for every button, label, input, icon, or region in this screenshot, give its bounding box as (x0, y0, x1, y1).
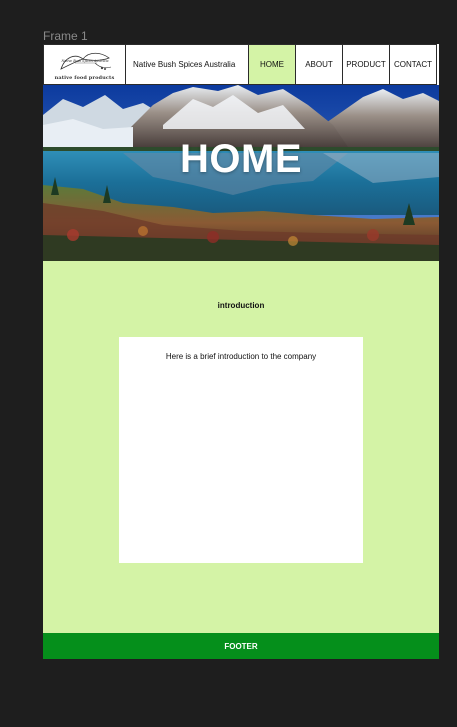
navigation-bar: Native Bush Spices Australia native food… (43, 44, 439, 85)
frame-label[interactable]: Frame 1 (43, 29, 88, 43)
intro-heading: introduction (217, 301, 265, 310)
brand-name[interactable]: Native Bush Spices Australia (126, 44, 249, 85)
footer: FOOTER (43, 633, 439, 659)
logo[interactable]: Native Bush Spices Australia native food… (43, 44, 126, 85)
design-canvas: Frame 1 Native Bush Spices Australia nat… (0, 0, 457, 727)
nav-product[interactable]: PRODUCT (343, 44, 390, 85)
hero-banner: HOME (43, 85, 439, 261)
logo-text: native food products (54, 74, 115, 81)
nav-contact[interactable]: CONTACT (390, 44, 437, 85)
nav-home[interactable]: HOME (249, 44, 296, 85)
intro-text: Here is a brief introduction to the comp… (165, 352, 317, 361)
intro-card: Here is a brief introduction to the comp… (119, 337, 363, 563)
logo-leaf-icon: Native Bush Spices Australia (59, 52, 111, 70)
hero-title: HOME (180, 137, 302, 181)
logo-script-text: Native Bush Spices Australia (60, 59, 108, 63)
nav-about[interactable]: ABOUT (296, 44, 343, 85)
website-frame: Native Bush Spices Australia native food… (43, 44, 439, 659)
